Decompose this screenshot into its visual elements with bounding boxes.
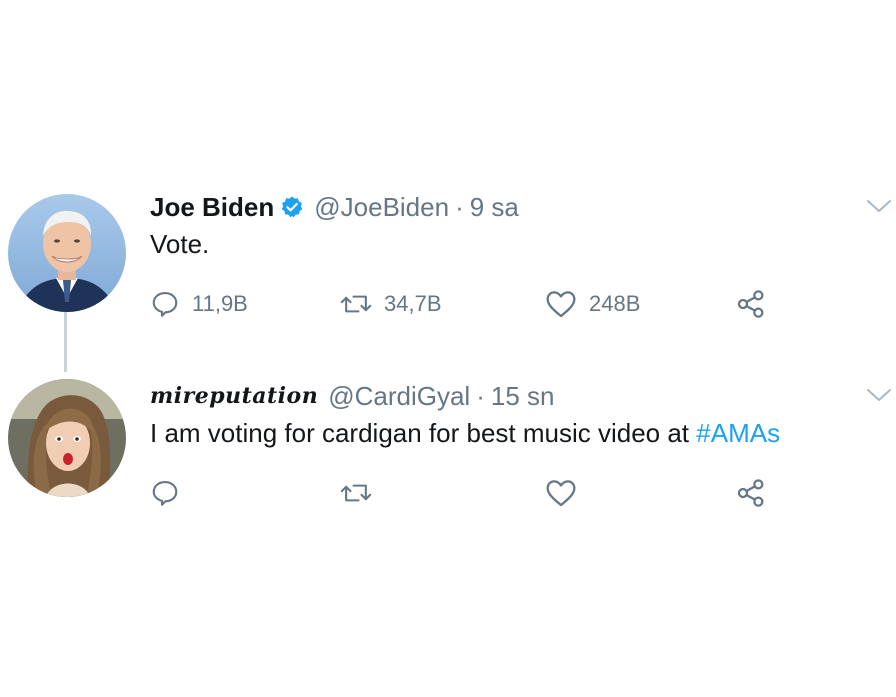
hashtag-link[interactable]: #AMAs: [696, 418, 780, 448]
user-handle[interactable]: @JoeBiden: [314, 192, 449, 223]
tweet-header: mireputation @CardiGyal · 15 sn: [150, 379, 554, 413]
timestamp[interactable]: 9 sa: [470, 192, 519, 223]
avatar[interactable]: [8, 194, 126, 312]
like-button[interactable]: [545, 473, 577, 513]
tweet[interactable]: Joe Biden @JoeBiden · 9 sa Vote. 11,9B 3…: [0, 186, 896, 336]
display-name[interactable]: Joe Biden: [150, 192, 274, 223]
reply-button[interactable]: [150, 473, 180, 513]
like-icon: [545, 289, 577, 319]
separator-dot: ·: [476, 380, 485, 411]
tweet-text-content: I am voting for cardigan for best music …: [150, 418, 697, 448]
tweet-header: Joe Biden @JoeBiden · 9 sa: [150, 190, 519, 224]
retweet-count: 34,7B: [384, 291, 442, 316]
thread-connector: [64, 312, 67, 372]
verified-badge-icon: [280, 195, 304, 219]
retweet-button[interactable]: [340, 473, 372, 513]
retweet-button[interactable]: 34,7B: [340, 284, 442, 324]
timestamp[interactable]: 15 sn: [491, 381, 555, 412]
tweet-text: I am voting for cardigan for best music …: [150, 417, 780, 449]
display-name[interactable]: mireputation: [150, 383, 318, 409]
reply-count: 11,9B: [192, 291, 248, 316]
reply-button[interactable]: 11,9B: [150, 284, 248, 324]
like-icon: [545, 478, 577, 508]
user-handle[interactable]: @CardiGyal: [328, 381, 470, 412]
separator-dot: ·: [455, 191, 464, 222]
share-icon: [734, 477, 768, 509]
tweet[interactable]: mireputation @CardiGyal · 15 sn I am vot…: [0, 375, 896, 525]
like-button[interactable]: 248B: [545, 284, 640, 324]
reply-icon: [150, 289, 180, 319]
tweet-text-content: Vote.: [150, 229, 210, 259]
chevron-down-icon[interactable]: [866, 387, 892, 408]
share-icon: [734, 288, 768, 320]
retweet-icon: [340, 289, 372, 319]
share-button[interactable]: [734, 473, 768, 513]
share-button[interactable]: [734, 284, 768, 324]
tweet-text: Vote.: [150, 228, 209, 260]
chevron-down-icon[interactable]: [866, 198, 892, 219]
like-count: 248B: [589, 291, 641, 316]
reply-icon: [150, 478, 180, 508]
retweet-icon: [340, 478, 372, 508]
tweet-actions: 11,9B 34,7B 248B: [150, 284, 790, 324]
avatar[interactable]: [8, 379, 126, 497]
tweet-actions: [150, 473, 790, 513]
